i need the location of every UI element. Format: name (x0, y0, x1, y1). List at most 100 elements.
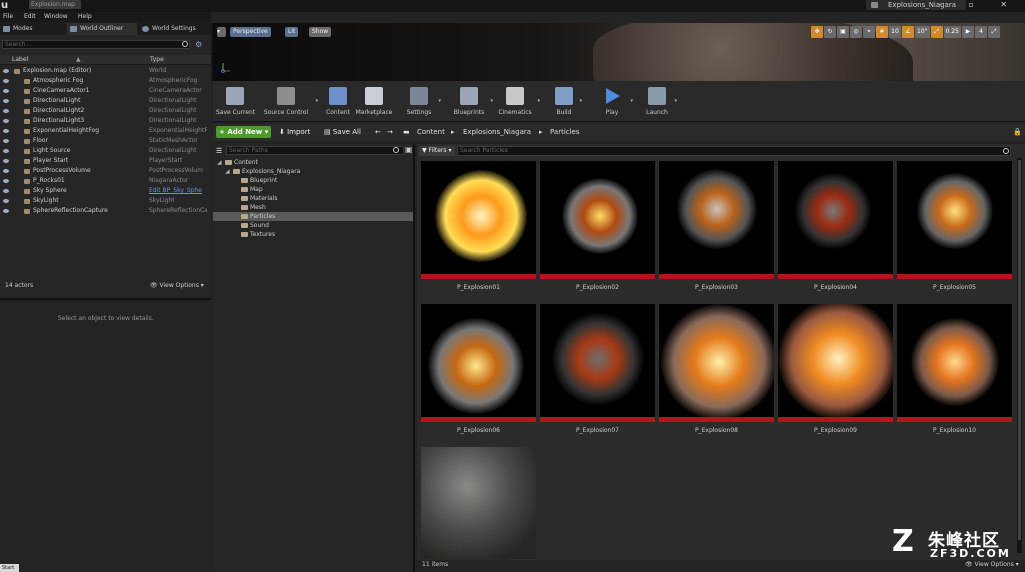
grid-snap-value[interactable]: 10 (889, 26, 901, 38)
breadcrumb-particles[interactable]: Particles (550, 126, 580, 138)
breadcrumb-content[interactable]: Content (417, 126, 445, 138)
folder-item[interactable]: Materials (213, 194, 413, 203)
outliner-row[interactable]: DirectionalLight DirectionalLight (0, 96, 211, 106)
tab-world-outliner[interactable]: World Outliner (67, 23, 137, 35)
asset-scrollbar-thumb[interactable] (1018, 160, 1021, 540)
blueprints-dropdown-icon[interactable]: ▾ (490, 98, 493, 104)
viewport-options-button[interactable]: ▾ (217, 27, 226, 37)
folder-item[interactable]: Mesh (213, 203, 413, 212)
visibility-eye-icon[interactable] (3, 209, 9, 213)
outliner-row[interactable]: CineCameraActor1 CineCameraActor (0, 86, 211, 96)
visibility-eye-icon[interactable] (3, 119, 9, 123)
level-tab[interactable]: Explosion.map (29, 0, 81, 9)
history-forward-button[interactable]: → (387, 126, 393, 138)
show-button[interactable]: Show (309, 27, 332, 37)
cinematics-dropdown-icon[interactable]: ▾ (537, 98, 540, 104)
folder-item[interactable]: Sound (213, 221, 413, 230)
visibility-eye-icon[interactable] (3, 149, 9, 153)
level-viewport[interactable]: ▾ Perspective Lit Show ✥ ↻ ▣ ◎ ⌖ # 10 ∠ … (211, 23, 1025, 81)
launch-dropdown-icon[interactable]: ▾ (674, 98, 677, 104)
lit-button[interactable]: Lit (285, 27, 299, 37)
outliner-row[interactable]: PostProcessVolume PostProcessVolum (0, 166, 211, 176)
outliner-row[interactable]: P_Rocks01 NiagaraActor (0, 176, 211, 186)
outliner-row[interactable]: SkyLight SkyLight (0, 196, 211, 206)
outliner-row[interactable]: Sky Sphere Edit BP_Sky_Sphe (0, 186, 211, 196)
visibility-eye-icon[interactable] (3, 79, 9, 83)
visibility-eye-icon[interactable] (3, 99, 9, 103)
sources-toggle-icon[interactable]: ☰ (216, 145, 222, 157)
import-button[interactable]: ⬇ Import (279, 126, 310, 138)
build-button[interactable]: Build ▾ (552, 81, 582, 121)
outliner-row[interactable]: SphereReflectionCapture SphereReflectionC… (0, 206, 211, 216)
camera-speed-icon[interactable]: ▶ (962, 26, 974, 38)
visibility-eye-icon[interactable] (3, 169, 9, 173)
cinematics-button[interactable]: Cinematics ▾ (496, 81, 540, 121)
outliner-row[interactable]: Atmospheric Fog AtmosphericFog (0, 76, 211, 86)
lock-icon[interactable]: 🔒 (1013, 126, 1022, 138)
blueprints-button[interactable]: Blueprints ▾ (451, 81, 493, 121)
outliner-row[interactable]: Light Source DirectionalLight (0, 146, 211, 156)
visibility-eye-icon[interactable] (3, 129, 9, 133)
build-dropdown-icon[interactable]: ▾ (579, 98, 582, 104)
start-button[interactable]: Start (0, 564, 19, 572)
save-current-button[interactable]: Save Current (216, 81, 255, 121)
visibility-eye-icon[interactable] (3, 109, 9, 113)
visibility-eye-icon[interactable] (3, 189, 9, 193)
visibility-eye-icon[interactable] (3, 199, 9, 203)
play-dropdown-icon[interactable]: ▾ (630, 98, 633, 104)
menu-window[interactable]: Window (44, 12, 68, 22)
menu-edit[interactable]: Edit (24, 12, 36, 22)
settings-button[interactable]: Settings ▾ (403, 81, 441, 121)
tab-world-settings[interactable]: World Settings (139, 23, 211, 35)
scale-icon[interactable]: ▣ (837, 26, 849, 38)
folder-item[interactable]: Map (213, 185, 413, 194)
type-column-header[interactable]: Type (150, 55, 164, 65)
outliner-view-options[interactable]: 👁 View Options ▾ (150, 280, 204, 291)
breadcrumb-explosions-niagara[interactable]: Explosions_Niagara (463, 126, 531, 138)
folder-item[interactable]: Particles (213, 212, 413, 221)
outliner-row[interactable]: Floor StaticMeshActor (0, 136, 211, 146)
outliner-row[interactable]: Player Start PlayerStart (0, 156, 211, 166)
asset-scrollbar[interactable] (1017, 158, 1022, 553)
outliner-search-input[interactable]: Search... (2, 40, 190, 49)
maximize-viewport-icon[interactable]: ⤢ (988, 26, 1000, 38)
camera-speed-value[interactable]: 4 (975, 26, 987, 38)
expand-arrow-icon[interactable]: ◢ (217, 158, 222, 167)
outliner-settings-icon[interactable]: ⚙ (195, 40, 202, 49)
translate-icon[interactable]: ✥ (811, 26, 823, 38)
launch-button[interactable]: Launch ▾ (643, 81, 677, 121)
source-control-dropdown-icon[interactable]: ▾ (315, 98, 318, 104)
outliner-row[interactable]: Explosion.map (Editor) World (0, 66, 211, 76)
window-controls[interactable]: – ▫ ✕ (938, 0, 1019, 9)
asset-search-input[interactable]: Search Particles (457, 146, 1011, 156)
play-button[interactable]: Play ▾ (597, 81, 633, 121)
scale-snap-value[interactable]: 0.25 (943, 26, 961, 38)
outliner-row[interactable]: DirectionalLight3 DirectionalLight (0, 116, 211, 126)
marketplace-button[interactable]: Marketplace (355, 81, 393, 121)
add-new-button[interactable]: + Add New ▾ (216, 126, 271, 138)
menu-help[interactable]: Help (78, 12, 92, 22)
settings-dropdown-icon[interactable]: ▾ (438, 98, 441, 104)
folder-item[interactable]: Textures (213, 230, 413, 239)
visibility-eye-icon[interactable] (3, 179, 9, 183)
expand-arrow-icon[interactable]: ◢ (225, 167, 230, 176)
rotation-snap-icon[interactable]: ∠ (902, 26, 914, 38)
actor-type[interactable]: Edit BP_Sky_Sphe (149, 186, 207, 196)
source-control-button[interactable]: Source Control ▾ (260, 81, 318, 121)
folder-item[interactable]: Blueprint (213, 176, 413, 185)
surface-snap-icon[interactable]: ⌖ (863, 26, 875, 38)
tab-modes[interactable]: Modes (0, 23, 66, 35)
outliner-row[interactable]: ExponentialHeightFog ExponentialHeightF (0, 126, 211, 136)
filters-button[interactable]: ▼ Filters ▾ (419, 146, 455, 156)
visibility-eye-icon[interactable] (3, 139, 9, 143)
label-column-header[interactable]: Label (12, 55, 28, 65)
folder-item[interactable]: ◢ Explosions_Niagara (213, 167, 413, 176)
history-back-button[interactable]: ← (375, 126, 381, 138)
path-search-expand-icon[interactable]: ▣ (405, 145, 413, 154)
visibility-eye-icon[interactable] (3, 69, 9, 73)
world-space-icon[interactable]: ◎ (850, 26, 862, 38)
visibility-eye-icon[interactable] (3, 89, 9, 93)
outliner-row[interactable]: DirectionalLight2 DirectionalLight (0, 106, 211, 116)
grid-snap-icon[interactable]: # (876, 26, 888, 38)
rotate-icon[interactable]: ↻ (824, 26, 836, 38)
